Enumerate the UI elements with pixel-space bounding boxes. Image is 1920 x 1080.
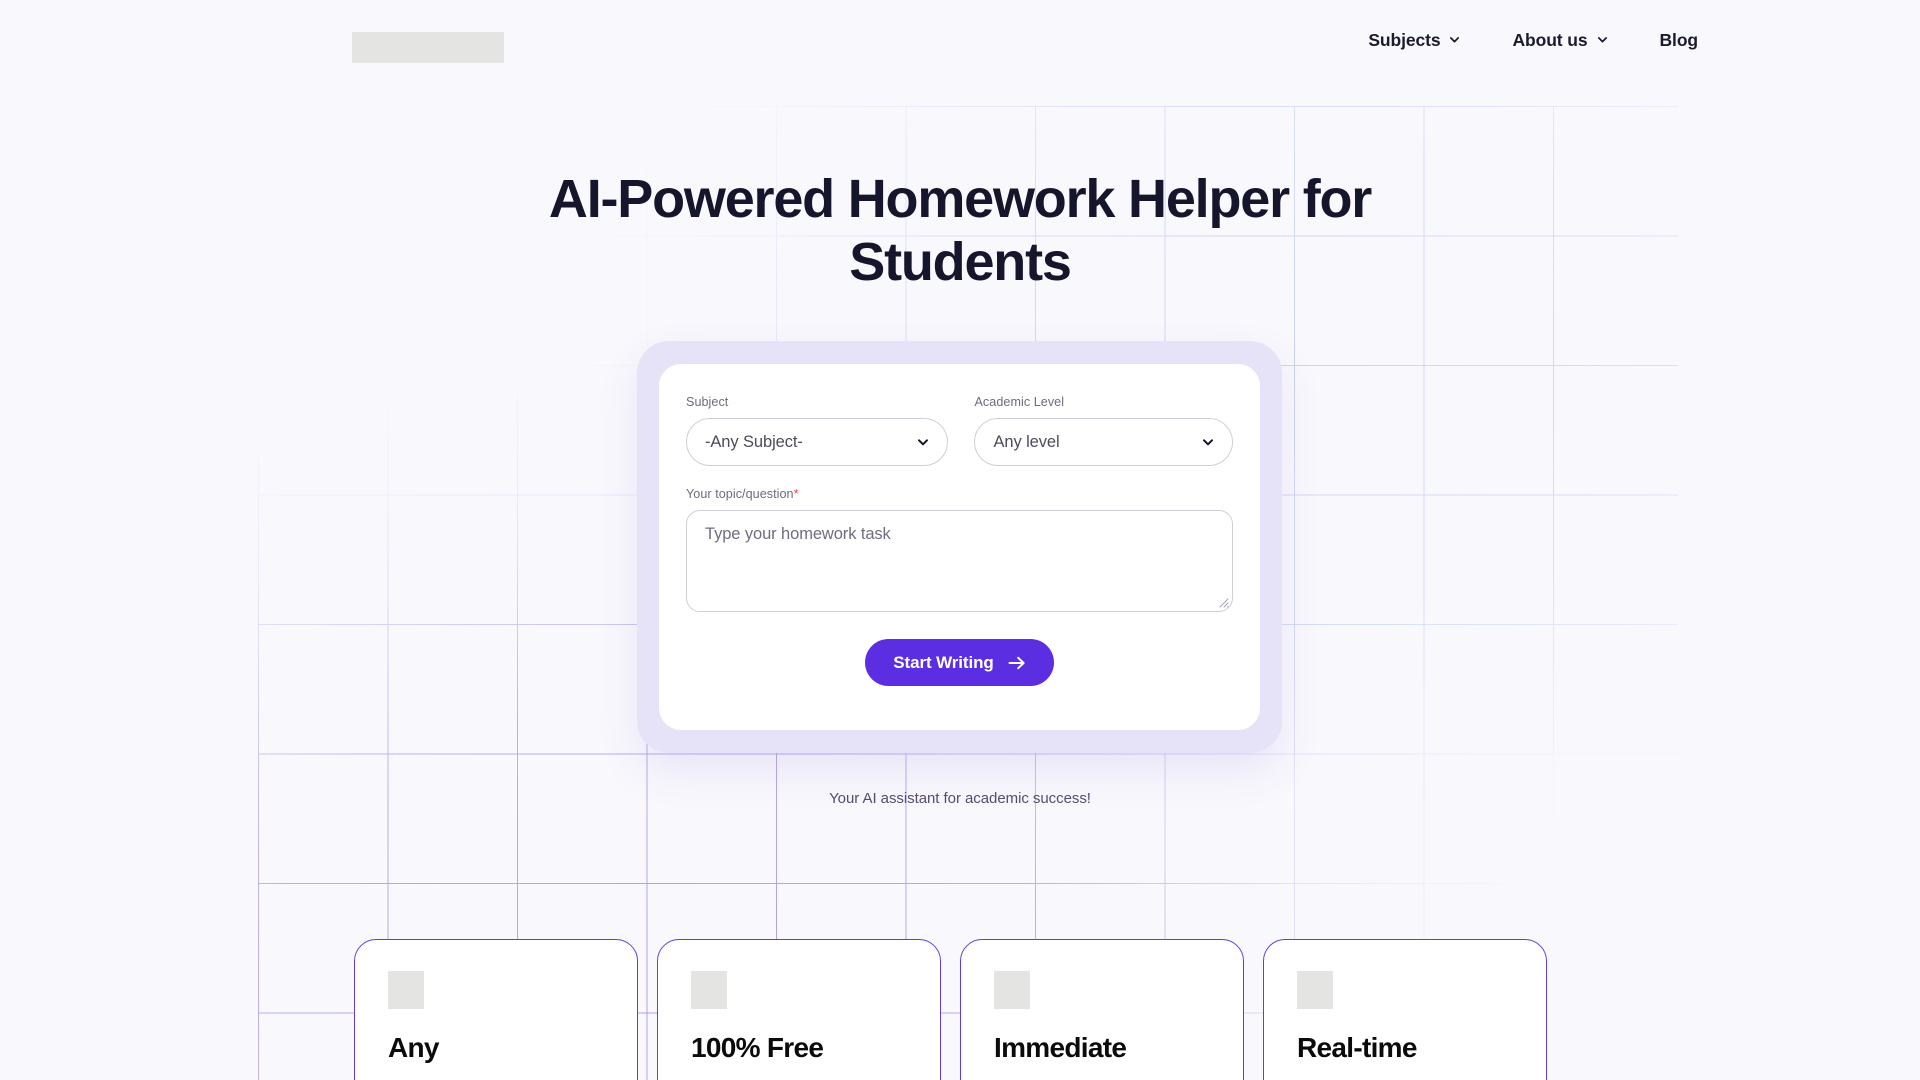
- feature-card-title: Real-time: [1297, 1032, 1417, 1063]
- image-placeholder-icon: [1297, 971, 1333, 1009]
- feature-cards-row: Any 100% Free Immediate Real-time: [354, 939, 1566, 1080]
- chevron-down-icon: [1449, 34, 1460, 45]
- homework-form-card: Subject -Any Subject- Academic Level Any…: [659, 364, 1260, 730]
- feature-card-title: Any: [388, 1032, 439, 1063]
- feature-card[interactable]: Any: [354, 939, 638, 1080]
- subject-select[interactable]: -Any Subject-: [686, 418, 949, 466]
- chevron-down-icon: [917, 436, 929, 448]
- academic-level-select-value: Any level: [993, 432, 1060, 451]
- feature-card[interactable]: Immediate: [960, 939, 1244, 1080]
- start-writing-button[interactable]: Start Writing: [865, 639, 1054, 686]
- subject-field-group: Subject -Any Subject-: [686, 394, 949, 466]
- image-placeholder-icon: [388, 971, 424, 1009]
- feature-card[interactable]: 100% Free: [657, 939, 941, 1080]
- chevron-down-icon: [1597, 34, 1608, 45]
- image-placeholder-icon: [691, 971, 727, 1009]
- site-header: Subjects About us Blog: [0, 0, 1920, 95]
- academic-level-select[interactable]: Any level: [974, 418, 1233, 466]
- nav-item-about-us-label: About us: [1512, 30, 1588, 50]
- topic-textarea[interactable]: Type your homework task: [686, 510, 1233, 612]
- feature-card[interactable]: Real-time: [1263, 939, 1547, 1080]
- nav-item-blog-label: Blog: [1659, 30, 1699, 50]
- academic-level-label: Academic Level: [974, 395, 1065, 409]
- topic-field-group: Your topic/question* Type your homework …: [686, 486, 1233, 612]
- site-logo[interactable]: [352, 32, 504, 63]
- page-title: AI-Powered Homework Helper for Students: [548, 169, 1372, 292]
- feature-card-title: 100% Free: [691, 1032, 824, 1063]
- hero-tagline: Your AI assistant for academic success!: [829, 790, 1091, 807]
- start-writing-button-label: Start Writing: [893, 652, 994, 672]
- subject-select-value: -Any Subject-: [705, 432, 803, 451]
- arrow-right-icon: [1008, 655, 1026, 671]
- academic-level-field-group: Academic Level Any level: [974, 394, 1233, 466]
- subject-label: Subject: [686, 395, 729, 409]
- nav-item-about-us[interactable]: About us: [1512, 30, 1607, 51]
- form-row-selects: Subject -Any Subject- Academic Level Any…: [686, 394, 1233, 466]
- nav-item-blog[interactable]: Blog: [1659, 30, 1699, 51]
- topic-label: Your topic/question*: [686, 486, 1233, 502]
- image-placeholder-icon: [994, 971, 1030, 1009]
- nav-item-subjects-label: Subjects: [1368, 30, 1441, 50]
- main-navigation: Subjects About us Blog: [1368, 30, 1920, 51]
- nav-item-subjects[interactable]: Subjects: [1368, 30, 1460, 51]
- chevron-down-icon: [1202, 436, 1214, 448]
- form-submit-row: Start Writing: [686, 639, 1233, 686]
- topic-label-text: Your topic/question: [686, 487, 794, 501]
- feature-card-title: Immediate: [994, 1032, 1127, 1063]
- required-asterisk: *: [793, 486, 799, 501]
- topic-textarea-placeholder: Type your homework task: [705, 525, 891, 543]
- resize-handle-icon[interactable]: [1218, 597, 1229, 608]
